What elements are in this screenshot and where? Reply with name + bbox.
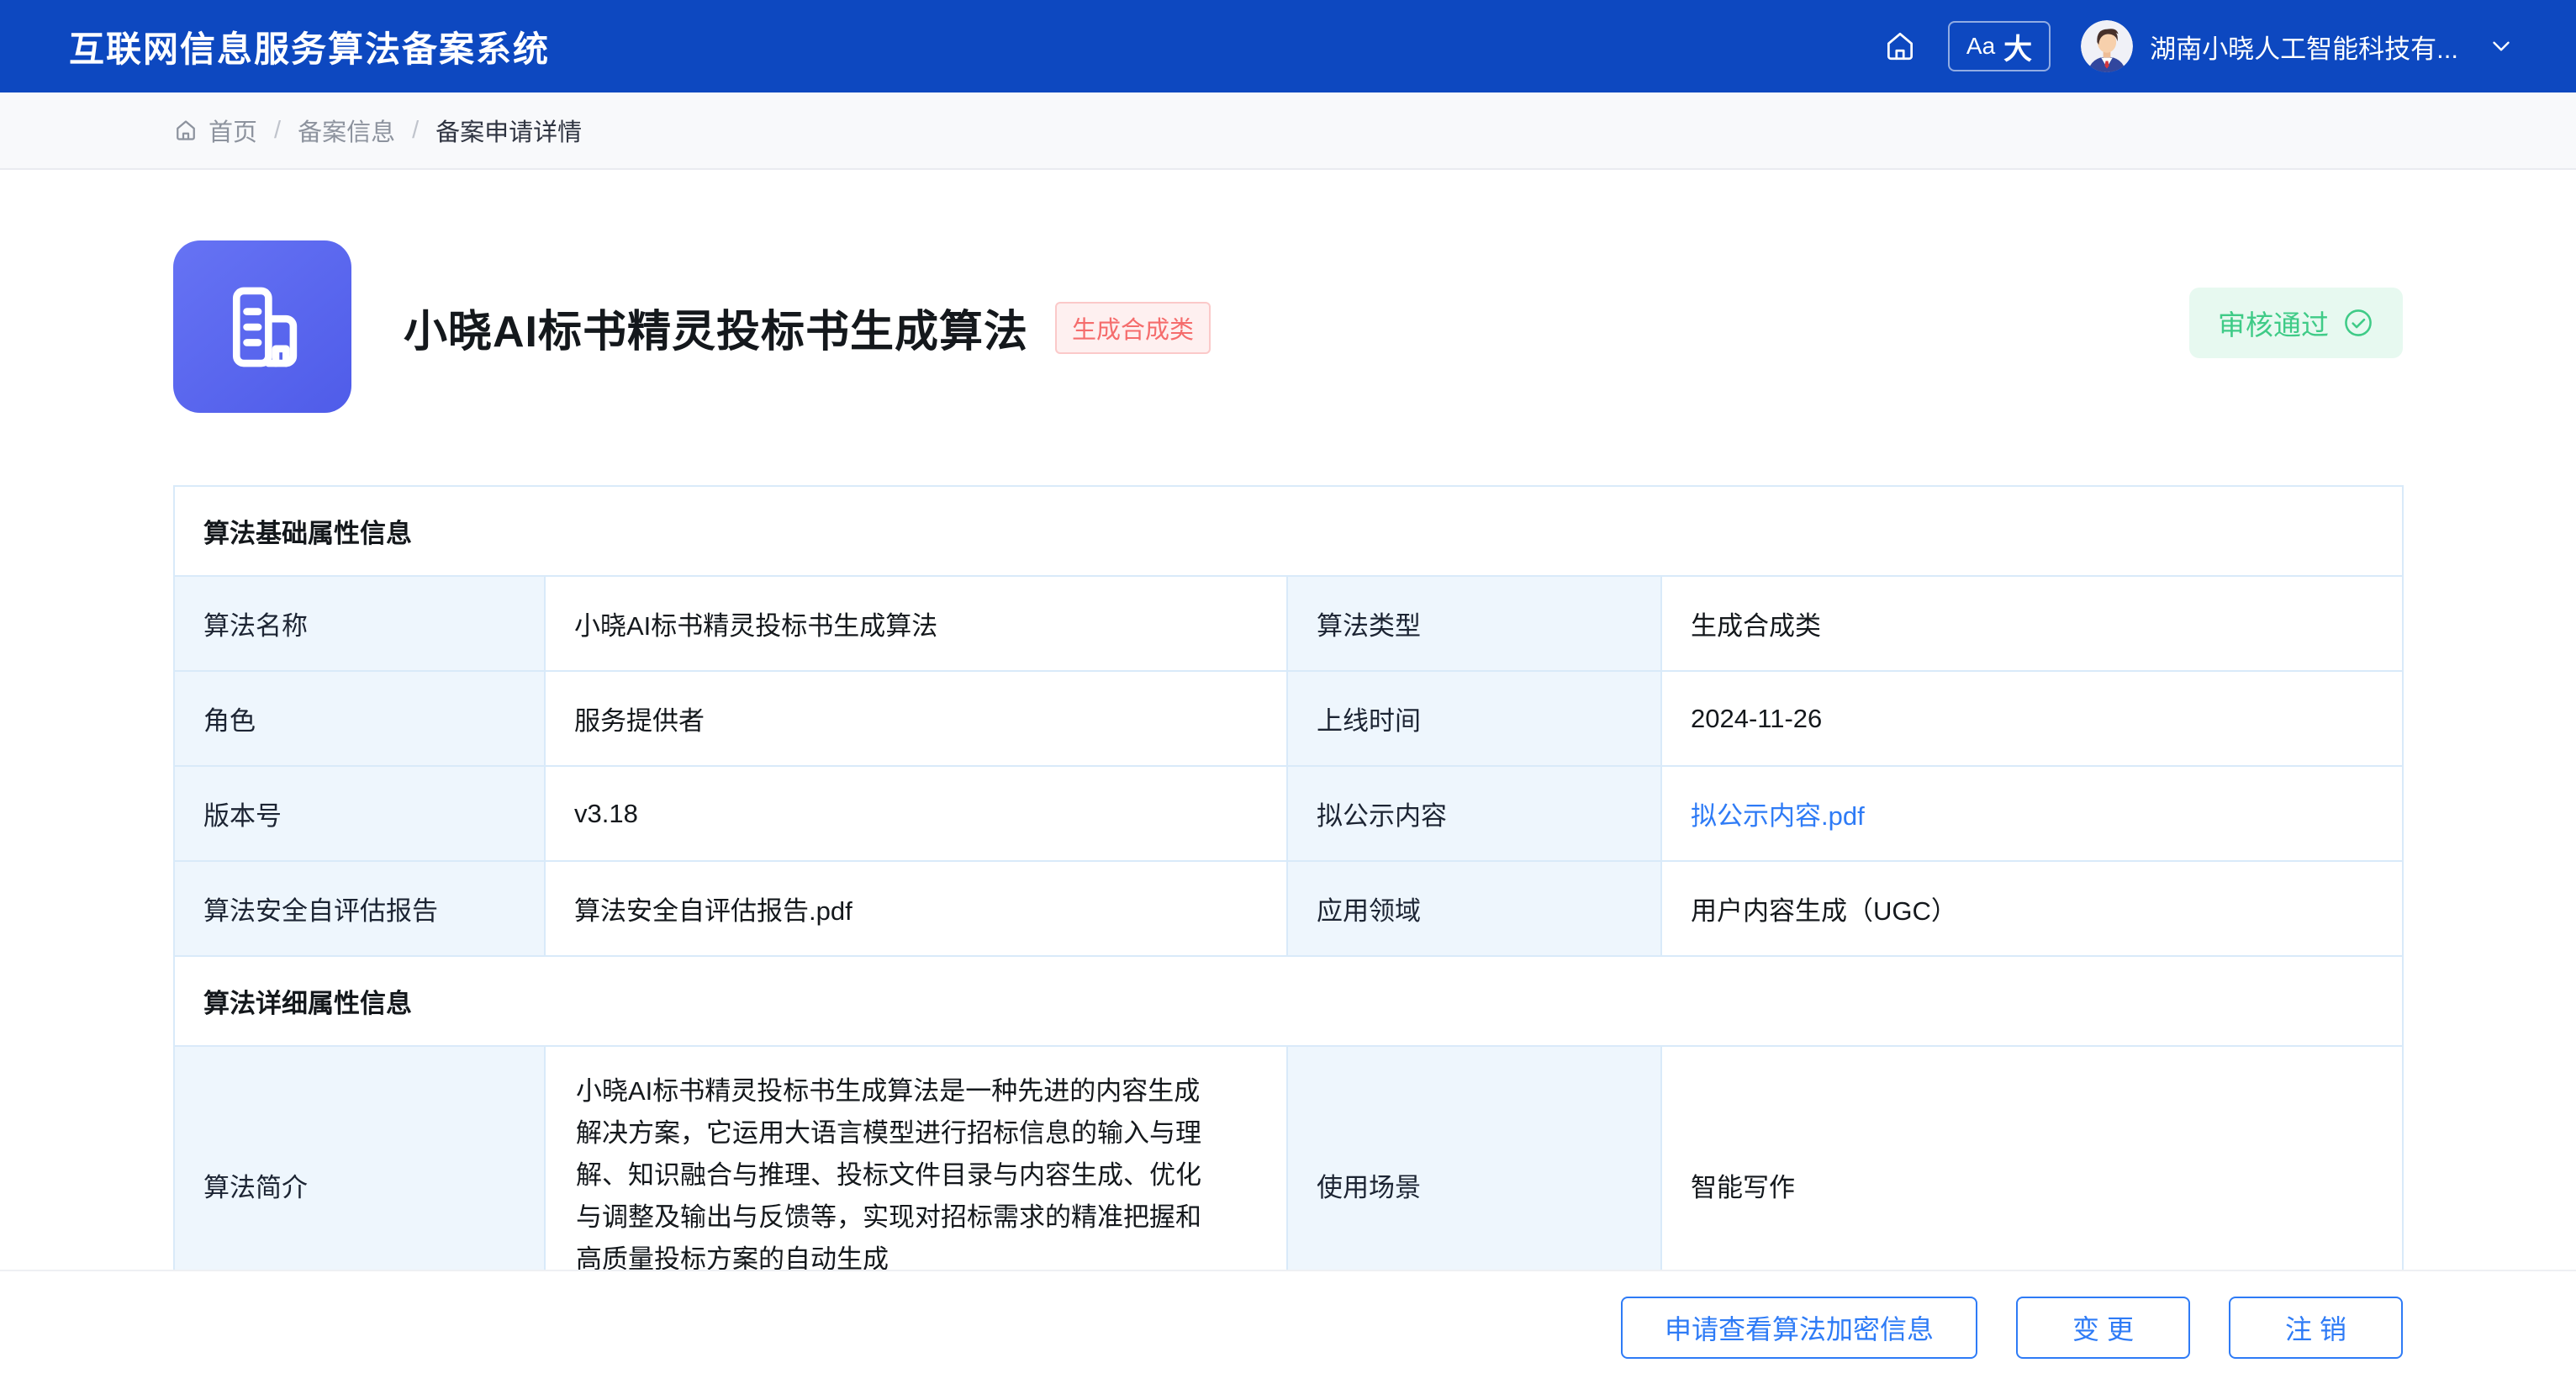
algorithm-info-table: 算法基础属性信息 算法名称 小晓AI标书精灵投标书生成算法 算法类型 生成合成类…: [173, 485, 2404, 1324]
account-name: 湖南小晓人工智能科技有...: [2150, 28, 2458, 66]
table-row: 算法安全自评估报告 算法安全自评估报告.pdf 应用领域 用户内容生成（UGC）: [175, 862, 2402, 957]
check-circle-icon: [2342, 307, 2374, 339]
label-security-report: 算法安全自评估报告: [175, 862, 546, 957]
page-title-row: 小晓AI标书精灵投标书生成算法 生成合成类 审核通过: [173, 240, 2403, 413]
account-menu[interactable]: 湖南小晓人工智能科技有...: [2081, 20, 2515, 72]
value-application-field: 用户内容生成（UGC）: [1662, 862, 2402, 957]
label-version: 版本号: [175, 767, 546, 862]
chevron-down-icon: [2487, 32, 2515, 61]
label-launch-date: 上线时间: [1288, 672, 1662, 767]
title-block: 小晓AI标书精灵投标书生成算法 生成合成类: [404, 240, 1211, 359]
category-tag: 生成合成类: [1055, 302, 1211, 354]
app-header: 互联网信息服务算法备案系统 Aa 大: [0, 0, 2576, 92]
home-icon: [173, 118, 198, 143]
section-detail-info-title: 算法详细属性信息: [175, 957, 2402, 1047]
breadcrumb-current: 备案申请详情: [435, 113, 582, 148]
status-badge-label: 审核通过: [2218, 303, 2329, 343]
cancel-record-button[interactable]: 注 销: [2229, 1297, 2403, 1359]
view-encrypted-info-button[interactable]: 申请查看算法加密信息: [1621, 1297, 1977, 1359]
label-application-field: 应用领域: [1288, 862, 1662, 957]
breadcrumb-home-label: 首页: [209, 113, 257, 148]
table-row: 版本号 v3.18 拟公示内容 拟公示内容.pdf: [175, 767, 2402, 862]
algorithm-app-icon: [173, 240, 351, 413]
label-public-content: 拟公示内容: [1288, 767, 1662, 862]
change-button[interactable]: 变 更: [2016, 1297, 2190, 1359]
value-algorithm-name: 小晓AI标书精灵投标书生成算法: [546, 577, 1288, 672]
font-size-large-label: 大: [2003, 26, 2032, 67]
value-launch-date: 2024-11-26: [1662, 672, 2402, 767]
avatar: [2081, 20, 2133, 72]
page-title: 小晓AI标书精灵投标书生成算法: [404, 296, 1028, 359]
table-row: 算法名称 小晓AI标书精灵投标书生成算法 算法类型 生成合成类: [175, 577, 2402, 672]
building-icon: [213, 277, 312, 377]
breadcrumb-home[interactable]: 首页: [173, 113, 257, 148]
section-basic-info-title: 算法基础属性信息: [175, 487, 2402, 577]
app-title: 互联网信息服务算法备案系统: [69, 21, 550, 72]
value-role: 服务提供者: [546, 672, 1288, 767]
breadcrumb-separator: /: [412, 117, 419, 145]
breadcrumb: 首页 / 备案信息 / 备案申请详情: [0, 92, 2576, 170]
public-content-pdf-link[interactable]: 拟公示内容.pdf: [1691, 795, 1865, 832]
font-size-toggle[interactable]: Aa 大: [1948, 21, 2051, 71]
table-row: 角色 服务提供者 上线时间 2024-11-26: [175, 672, 2402, 767]
label-algorithm-type: 算法类型: [1288, 577, 1662, 672]
footer-buttons: 申请查看算法加密信息 变 更 注 销: [1621, 1297, 2403, 1359]
action-footer: 申请查看算法加密信息 变 更 注 销: [0, 1270, 2576, 1384]
label-role: 角色: [175, 672, 546, 767]
font-size-small-label: Aa: [1966, 33, 1995, 60]
breadcrumb-record-info-label: 备案信息: [298, 113, 395, 148]
value-security-report: 算法安全自评估报告.pdf: [546, 862, 1288, 957]
header-actions: Aa 大 湖南小晓: [1882, 20, 2515, 72]
home-icon[interactable]: [1882, 29, 1918, 64]
value-algorithm-type: 生成合成类: [1662, 577, 2402, 672]
breadcrumb-record-info[interactable]: 备案信息: [298, 113, 395, 148]
value-version: v3.18: [546, 767, 1288, 862]
label-algorithm-name: 算法名称: [175, 577, 546, 672]
status-badge: 审核通过: [2189, 288, 2403, 358]
breadcrumb-separator: /: [274, 117, 281, 145]
